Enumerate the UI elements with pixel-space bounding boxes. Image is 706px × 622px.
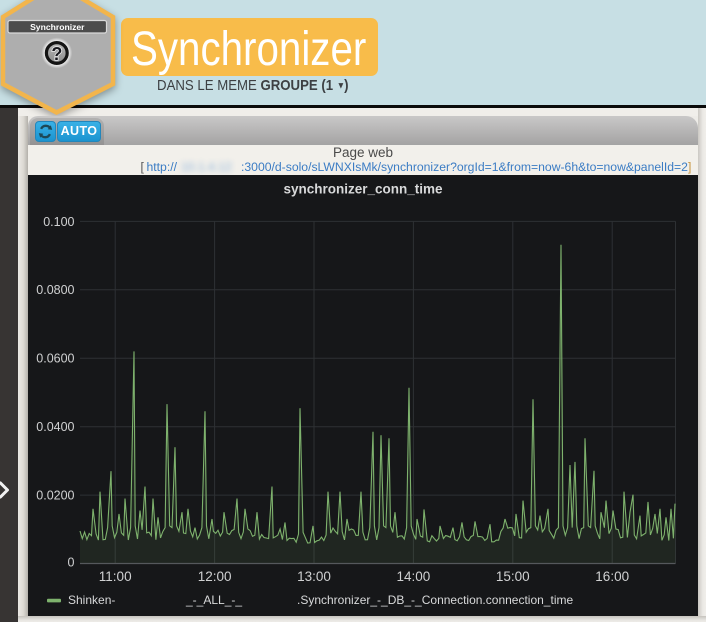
svg-text:Synchronizer: Synchronizer bbox=[30, 22, 85, 32]
svg-text:0.0400: 0.0400 bbox=[36, 420, 74, 434]
svg-text:12:00: 12:00 bbox=[198, 569, 232, 584]
svg-text:15:00: 15:00 bbox=[496, 569, 530, 584]
svg-text:16:00: 16:00 bbox=[595, 569, 629, 584]
svg-text:0.0200: 0.0200 bbox=[36, 489, 74, 503]
svg-text:_-_ALL_-_: _-_ALL_-_ bbox=[185, 593, 242, 607]
svg-text:0.100: 0.100 bbox=[43, 215, 74, 229]
svg-text:Shinken-: Shinken- bbox=[68, 593, 115, 607]
svg-text:.Synchronizer_-_DB_-_Connectio: .Synchronizer_-_DB_-_Connection.connecti… bbox=[297, 593, 573, 607]
svg-text:synchronizer_conn_time: synchronizer_conn_time bbox=[283, 182, 443, 197]
svg-text:0.0600: 0.0600 bbox=[36, 352, 74, 366]
svg-text:0.0800: 0.0800 bbox=[36, 283, 74, 297]
svg-text:11:00: 11:00 bbox=[99, 569, 132, 584]
svg-text:14:00: 14:00 bbox=[397, 569, 431, 584]
svg-text:0: 0 bbox=[68, 556, 75, 570]
svg-text:13:00: 13:00 bbox=[297, 569, 331, 584]
svg-text:?: ? bbox=[51, 44, 62, 64]
